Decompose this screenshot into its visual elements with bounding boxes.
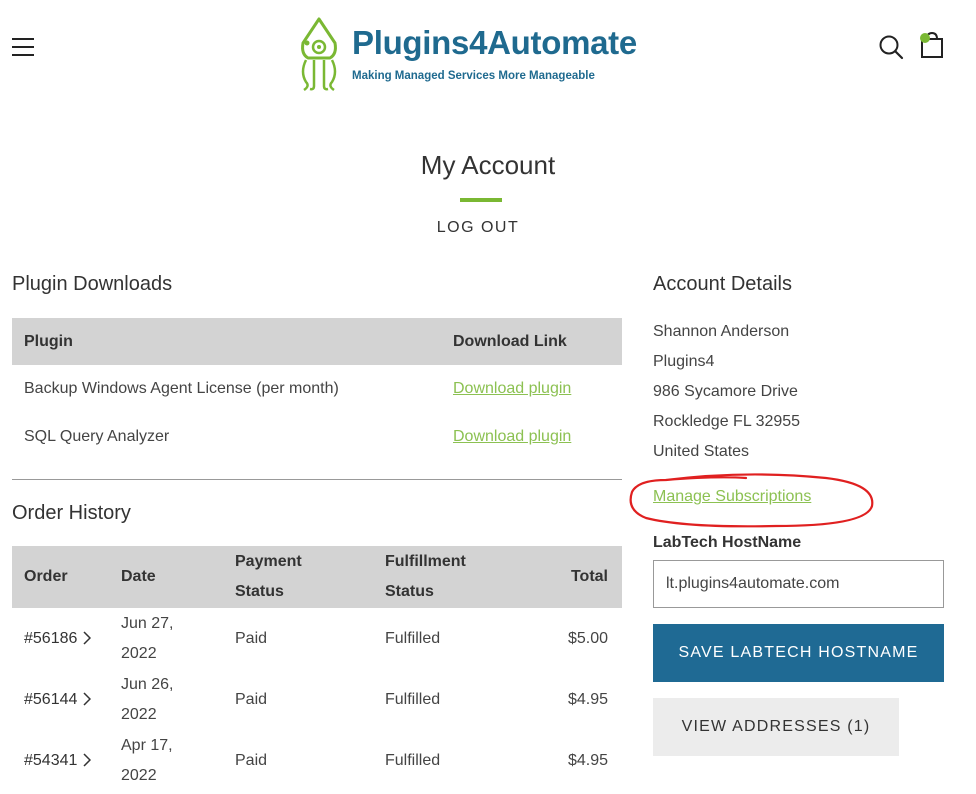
plugin-name: Backup Windows Agent License (per month)	[24, 380, 339, 397]
address-company: Plugins4	[653, 353, 715, 370]
chevron-right-icon	[83, 631, 92, 645]
address-city-state-zip: Rockledge FL 32955	[653, 413, 801, 430]
column-header-date: Date	[121, 568, 156, 585]
table-header-row: Plugin Download Link	[12, 318, 622, 365]
section-divider	[12, 479, 622, 480]
hamburger-icon-bar	[12, 54, 34, 56]
fulfillment-status: Fulfilled	[385, 690, 441, 708]
orders-heading: Order History	[12, 502, 131, 524]
search-button[interactable]	[878, 34, 904, 60]
table-row: #56186 Jun 27, 2022 Paid Fulfilled $5.00	[12, 608, 622, 669]
download-plugin-link[interactable]: Download plugin	[453, 428, 571, 445]
view-addresses-button[interactable]: VIEW ADDRESSES (1)	[653, 698, 899, 756]
column-header-total: Total	[570, 568, 608, 585]
page-title: My Account	[420, 150, 556, 180]
cart-badge	[920, 33, 930, 43]
address-name: Shannon Anderson	[653, 323, 790, 340]
site-logo[interactable]: Plugins4Automate Making Managed Services…	[296, 14, 656, 94]
order-history-table: Order Date Payment Status Fulfillment St…	[12, 546, 622, 791]
order-number: #56186	[24, 629, 78, 647]
table-row: SQL Query Analyzer Download plugin	[12, 413, 622, 461]
logout-link[interactable]: LOG OUT	[0, 219, 956, 237]
order-total: $4.95	[567, 751, 608, 769]
order-date: Jun 26, 2022	[121, 675, 174, 723]
table-row: #54341 Apr 17, 2022 Paid Fulfilled $4.95	[12, 730, 622, 791]
fulfillment-status: Fulfilled	[385, 629, 441, 647]
chevron-right-icon	[83, 753, 92, 767]
downloads-table: Plugin Download Link Backup Windows Agen…	[12, 318, 622, 461]
address-street: 986 Sycamore Drive	[653, 383, 798, 400]
column-header-download-link: Download Link	[453, 332, 567, 350]
column-header-payment-status: Payment Status	[235, 553, 302, 600]
hamburger-icon-bar	[12, 46, 34, 48]
order-link[interactable]: #54341	[24, 751, 92, 769]
column-header-plugin: Plugin	[24, 332, 73, 350]
labtech-hostname-label: LabTech HostName	[653, 534, 802, 551]
save-labtech-hostname-button[interactable]: SAVE LABTECH HOSTNAME	[653, 624, 944, 682]
table-row: Backup Windows Agent License (per month)…	[12, 365, 622, 413]
account-details-heading: Account Details	[653, 273, 792, 295]
chevron-right-icon	[83, 692, 92, 706]
table-row: #56144 Jun 26, 2022 Paid Fulfilled $4.95	[12, 669, 622, 730]
logo-tagline: Making Managed Services More Manageable	[352, 70, 595, 82]
fulfillment-status: Fulfilled	[385, 751, 441, 769]
search-icon	[879, 35, 904, 60]
order-link[interactable]: #56144	[24, 690, 92, 708]
logo-title: Plugins4Automate	[352, 24, 637, 61]
order-total: $5.00	[567, 629, 608, 647]
order-date: Jun 27, 2022	[121, 614, 174, 662]
account-address: Shannon Anderson Plugins4 986 Sycamore D…	[653, 320, 800, 470]
labtech-hostname-input[interactable]	[653, 560, 944, 608]
squid-logo-icon	[301, 17, 337, 92]
payment-status: Paid	[235, 629, 268, 647]
order-link[interactable]: #56186	[24, 629, 92, 647]
plugin-name: SQL Query Analyzer	[24, 428, 170, 445]
column-header-order: Order	[24, 568, 68, 585]
column-header-fulfillment-status: Fulfillment Status	[385, 553, 466, 600]
payment-status: Paid	[235, 690, 268, 708]
order-total: $4.95	[567, 690, 608, 708]
download-plugin-link[interactable]: Download plugin	[453, 380, 571, 397]
hamburger-icon-bar	[12, 38, 34, 40]
downloads-heading: Plugin Downloads	[12, 273, 173, 295]
payment-status: Paid	[235, 751, 268, 769]
order-number: #54341	[24, 751, 78, 769]
address-country: United States	[653, 443, 750, 460]
order-number: #56144	[24, 690, 78, 708]
title-underline	[460, 198, 502, 202]
table-header-row: Order Date Payment Status Fulfillment St…	[12, 546, 622, 608]
manage-subscriptions-link[interactable]: Manage Subscriptions	[653, 488, 811, 506]
order-date: Apr 17, 2022	[121, 736, 173, 784]
menu-button[interactable]	[12, 38, 34, 56]
